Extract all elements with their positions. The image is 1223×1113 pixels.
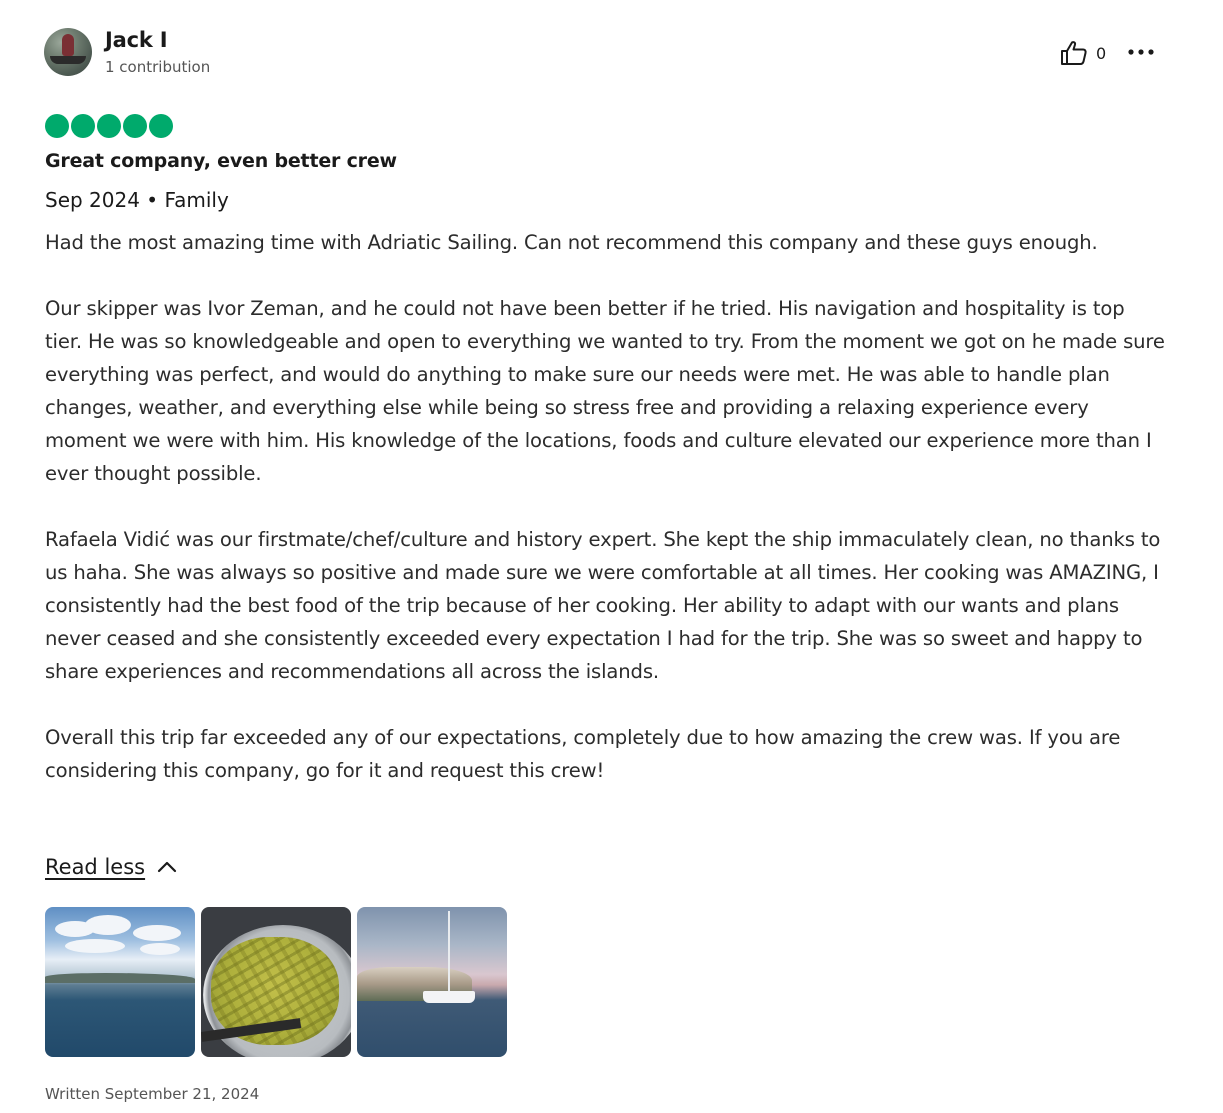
rating-bubble <box>123 114 147 138</box>
rating-bubble <box>45 114 69 138</box>
review-photo-sea[interactable] <box>45 907 195 1057</box>
written-date: Written September 21, 2024 <box>45 1085 260 1103</box>
review-header: Jack I 1 contribution 0 <box>44 28 1156 80</box>
thumbs-up-icon <box>1061 41 1087 65</box>
rating-bubbles <box>45 114 173 138</box>
review-paragraph: Overall this trip far exceeded any of ou… <box>45 726 1121 782</box>
review-title[interactable]: Great company, even better crew <box>45 150 397 172</box>
review-paragraph: Rafaela Vidić was our firstmate/chef/cul… <box>45 528 1161 683</box>
more-options-button[interactable] <box>1127 42 1155 62</box>
more-options-icon <box>1128 49 1154 55</box>
avatar[interactable] <box>44 28 92 76</box>
review-meta: Sep 2024 • Family <box>45 188 229 212</box>
review-photos <box>45 907 507 1057</box>
user-contributions: 1 contribution <box>105 58 211 76</box>
avatar-boat <box>50 56 86 64</box>
like-button[interactable]: 0 <box>1060 40 1106 66</box>
review-paragraph: Had the most amazing time with Adriatic … <box>45 231 1098 254</box>
review-photo-boat[interactable] <box>357 907 507 1057</box>
avatar-figure <box>62 34 74 56</box>
read-less-button[interactable]: Read less <box>45 855 177 879</box>
review-paragraph: Our skipper was Ivor Zeman, and he could… <box>45 297 1165 485</box>
review-body: Had the most amazing time with Adriatic … <box>45 226 1165 787</box>
read-less-label: Read less <box>45 855 146 879</box>
user-name[interactable]: Jack I <box>105 28 168 52</box>
rating-bubble <box>71 114 95 138</box>
like-count: 0 <box>1096 43 1107 63</box>
rating-bubble <box>97 114 121 138</box>
rating-bubble <box>149 114 173 138</box>
chevron-up-icon <box>157 861 177 873</box>
review-photo-pasta[interactable] <box>201 907 351 1057</box>
